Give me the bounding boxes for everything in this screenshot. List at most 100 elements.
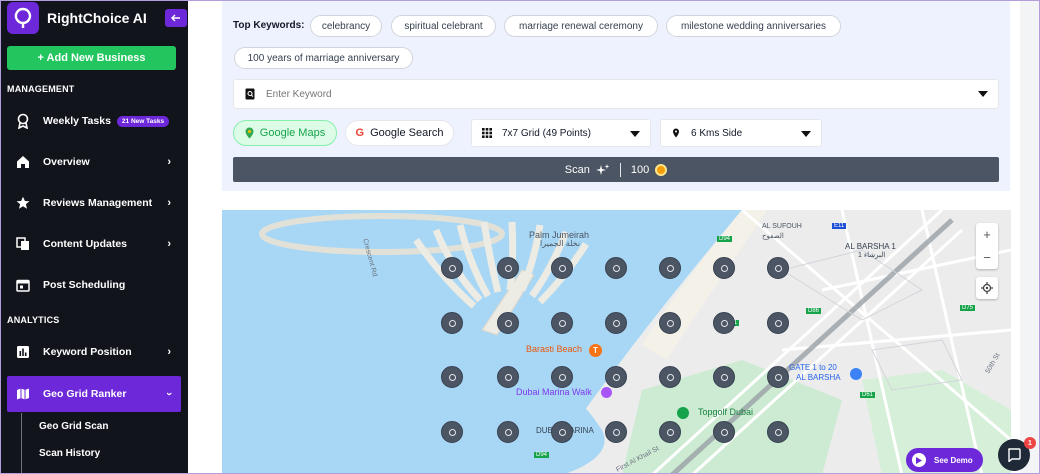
grid-point-marker[interactable] xyxy=(713,421,735,443)
submenu-item-geo-grid-scan[interactable]: Geo Grid Scan xyxy=(39,421,108,432)
sidebar-item-reviews-management[interactable]: Reviews Management › xyxy=(7,185,181,221)
grid-point-icon xyxy=(774,428,782,436)
grid-point-marker[interactable] xyxy=(659,366,681,388)
grid-point-marker[interactable] xyxy=(497,421,519,443)
sidebar-item-label: Weekly Tasks xyxy=(43,115,111,127)
grid-point-icon xyxy=(774,264,782,272)
keyword-chip[interactable]: 100 years of marriage anniversary xyxy=(234,47,413,69)
grid-point-icon xyxy=(558,373,566,381)
grid-point-icon xyxy=(666,319,674,327)
grid-point-icon xyxy=(504,264,512,272)
grid-point-marker[interactable] xyxy=(441,312,463,334)
grid-point-icon xyxy=(448,264,456,272)
grid-point-icon xyxy=(612,373,620,381)
grid-point-marker[interactable] xyxy=(659,421,681,443)
grid-point-icon xyxy=(720,264,728,272)
sidebar-item-label: Reviews Management xyxy=(43,197,153,209)
grid-point-icon xyxy=(504,428,512,436)
grid-point-marker[interactable] xyxy=(551,366,573,388)
grid-point-marker[interactable] xyxy=(767,366,789,388)
award-icon xyxy=(15,113,31,129)
grid-point-icon xyxy=(774,319,782,327)
map-label-dubai-marina-walk: Dubai Marina Walk xyxy=(516,387,592,397)
sidebar-item-label: Keyword Position xyxy=(43,346,132,358)
crosshair-icon xyxy=(981,282,993,294)
google-maps-icon xyxy=(245,127,254,139)
grid-point-marker[interactable] xyxy=(497,312,519,334)
grid-point-marker[interactable] xyxy=(551,312,573,334)
map-label-al-sufouh-arabic: الصفوح xyxy=(762,233,784,240)
section-label-management: MANAGEMENT xyxy=(7,84,75,94)
grid-point-marker[interactable] xyxy=(497,366,519,388)
keyword-chip[interactable]: celebrancy xyxy=(310,15,382,37)
grid-point-marker[interactable] xyxy=(713,312,735,334)
grid-point-icon xyxy=(666,373,674,381)
map-label-barasti-beach: Barasti Beach xyxy=(526,344,583,354)
sidebar-item-post-scheduling[interactable]: Post Scheduling xyxy=(7,267,181,303)
grid-point-marker[interactable] xyxy=(551,421,573,443)
grid-point-marker[interactable] xyxy=(605,257,627,279)
grid-point-icon xyxy=(504,373,512,381)
grid-point-icon xyxy=(612,264,620,272)
grid-point-icon xyxy=(558,428,566,436)
grid-point-marker[interactable] xyxy=(659,257,681,279)
keyword-dropdown[interactable] xyxy=(233,79,999,109)
road-shield-d75: D75 xyxy=(960,305,976,311)
see-demo-label: See Demo xyxy=(934,455,973,465)
map-icon xyxy=(15,386,31,402)
map-label-al-barsha-1-arabic: البرشاء 1 xyxy=(858,252,886,259)
add-new-business-button[interactable]: + Add New Business xyxy=(7,46,176,70)
chevron-right-icon: › xyxy=(167,156,171,168)
sidebar-item-keyword-position[interactable]: Keyword Position › xyxy=(7,334,181,370)
geo-grid-map[interactable]: Palm Jumeirah نخلة الجميرا Crescent Rd A… xyxy=(222,210,1011,473)
arrow-left-icon xyxy=(171,14,180,22)
sidebar-item-overview[interactable]: Overview › xyxy=(7,144,181,180)
right-scroll-area xyxy=(1020,1,1039,473)
google-search-toggle[interactable]: G Google Search xyxy=(345,120,454,146)
chevron-right-icon: › xyxy=(167,238,171,250)
sidebar-item-content-updates[interactable]: Content Updates › xyxy=(7,226,181,262)
submenu-item-scan-history[interactable]: Scan History xyxy=(39,448,100,459)
keyword-chip[interactable]: marriage renewal ceremony xyxy=(504,15,658,37)
collapse-sidebar-button[interactable] xyxy=(165,9,187,27)
grid-point-marker[interactable] xyxy=(441,257,463,279)
grid-point-marker[interactable] xyxy=(441,421,463,443)
chevron-down-icon: › xyxy=(163,392,176,396)
sidebar-item-label: Content Updates xyxy=(43,238,127,250)
grid-point-icon xyxy=(666,428,674,436)
google-maps-toggle[interactable]: Google Maps xyxy=(233,120,337,146)
zoom-out-button[interactable]: − xyxy=(976,246,998,269)
scan-button[interactable]: Scan 100 xyxy=(233,157,999,182)
map-label-gate: GATE 1 to 20 xyxy=(789,363,837,372)
grid-point-marker[interactable] xyxy=(605,421,627,443)
keyword-input[interactable] xyxy=(266,88,946,100)
brand[interactable]: RightChoice AI xyxy=(7,1,187,35)
grid-point-marker[interactable] xyxy=(497,257,519,279)
sidebar-item-weekly-tasks[interactable]: Weekly Tasks 21 New Tasks xyxy=(7,103,181,139)
grid-point-marker[interactable] xyxy=(605,312,627,334)
grid-icon xyxy=(482,128,492,138)
grid-point-marker[interactable] xyxy=(713,366,735,388)
zoom-in-button[interactable]: + xyxy=(976,223,998,246)
grid-point-marker[interactable] xyxy=(767,312,789,334)
locate-button[interactable] xyxy=(976,277,998,299)
grid-point-marker[interactable] xyxy=(713,257,735,279)
chevron-right-icon: › xyxy=(167,197,171,209)
google-search-label: Google Search xyxy=(370,127,444,139)
grid-point-marker[interactable] xyxy=(767,421,789,443)
grid-point-marker[interactable] xyxy=(441,366,463,388)
distance-select[interactable]: 6 Kms Side xyxy=(660,119,822,147)
keyword-chip[interactable]: spiritual celebrant xyxy=(391,15,496,37)
grid-point-icon xyxy=(448,319,456,327)
keyword-chip[interactable]: milestone wedding anniversaries xyxy=(666,15,841,37)
grid-point-marker[interactable] xyxy=(605,366,627,388)
grid-point-marker[interactable] xyxy=(767,257,789,279)
top-keywords-label: Top Keywords: xyxy=(233,20,305,31)
grid-size-select[interactable]: 7x7 Grid (49 Points) xyxy=(471,119,651,147)
grid-point-marker[interactable] xyxy=(551,257,573,279)
shop-marker-icon xyxy=(601,387,612,398)
sidebar-item-label: Geo Grid Ranker xyxy=(43,388,127,400)
see-demo-button[interactable]: See Demo xyxy=(906,448,983,472)
sidebar-item-geo-grid-ranker[interactable]: Geo Grid Ranker › xyxy=(7,376,181,412)
grid-point-marker[interactable] xyxy=(659,312,681,334)
